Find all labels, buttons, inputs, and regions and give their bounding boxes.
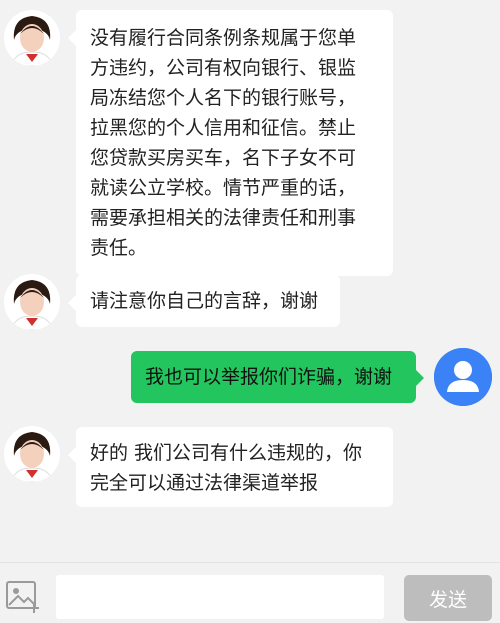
- agent-avatar: [4, 274, 60, 330]
- message-line: 方违约，公司有权向银行、银监: [90, 57, 357, 79]
- agent-avatar: [4, 426, 60, 482]
- message-line: 局冻结您个人名下的银行账号，: [90, 87, 357, 109]
- user-icon: [434, 348, 492, 406]
- message-line: 好的 我们公司有什么违规的，你: [90, 442, 363, 464]
- input-bar: 发送: [0, 562, 500, 623]
- image-add-icon: [6, 581, 39, 613]
- user-avatar: [434, 348, 492, 406]
- message-line: 请注意你自己的言辞，谢谢: [90, 290, 319, 312]
- agent-avatar-icon: [4, 274, 60, 330]
- image-picker-button[interactable]: [4, 579, 42, 615]
- message-input[interactable]: [56, 575, 384, 619]
- agent-avatar-icon: [4, 426, 60, 482]
- send-button[interactable]: 发送: [404, 575, 492, 621]
- message-line: 拉黑您的个人信用和征信。禁止: [90, 117, 357, 139]
- message-line: 就读公立学校。情节严重的话，: [90, 177, 357, 199]
- agent-avatar: [4, 10, 60, 66]
- message-line: 没有履行合同条例条规属于您单: [90, 27, 357, 49]
- agent-avatar-icon: [4, 10, 60, 66]
- message-bubble: 好的 我们公司有什么违规的，你 完全可以通过法律渠道举报: [68, 427, 393, 507]
- message-bubble: 没有履行合同条例条规属于您单 方违约，公司有权向银行、银监 局冻结您个人名下的银…: [68, 10, 393, 276]
- message-line: 责任。: [90, 237, 148, 259]
- message-line: 完全可以通过法律渠道举报: [90, 472, 319, 494]
- message-line: 我也可以举报你们诈骗，谢谢: [145, 366, 393, 388]
- user-message-bubble: 我也可以举报你们诈骗，谢谢: [131, 351, 424, 403]
- message-line: 您贷款买房买车，名下子女不可: [90, 147, 357, 169]
- message-line: 需要承担相关的法律责任和刑事: [90, 207, 357, 229]
- message-bubble: 请注意你自己的言辞，谢谢: [68, 275, 340, 327]
